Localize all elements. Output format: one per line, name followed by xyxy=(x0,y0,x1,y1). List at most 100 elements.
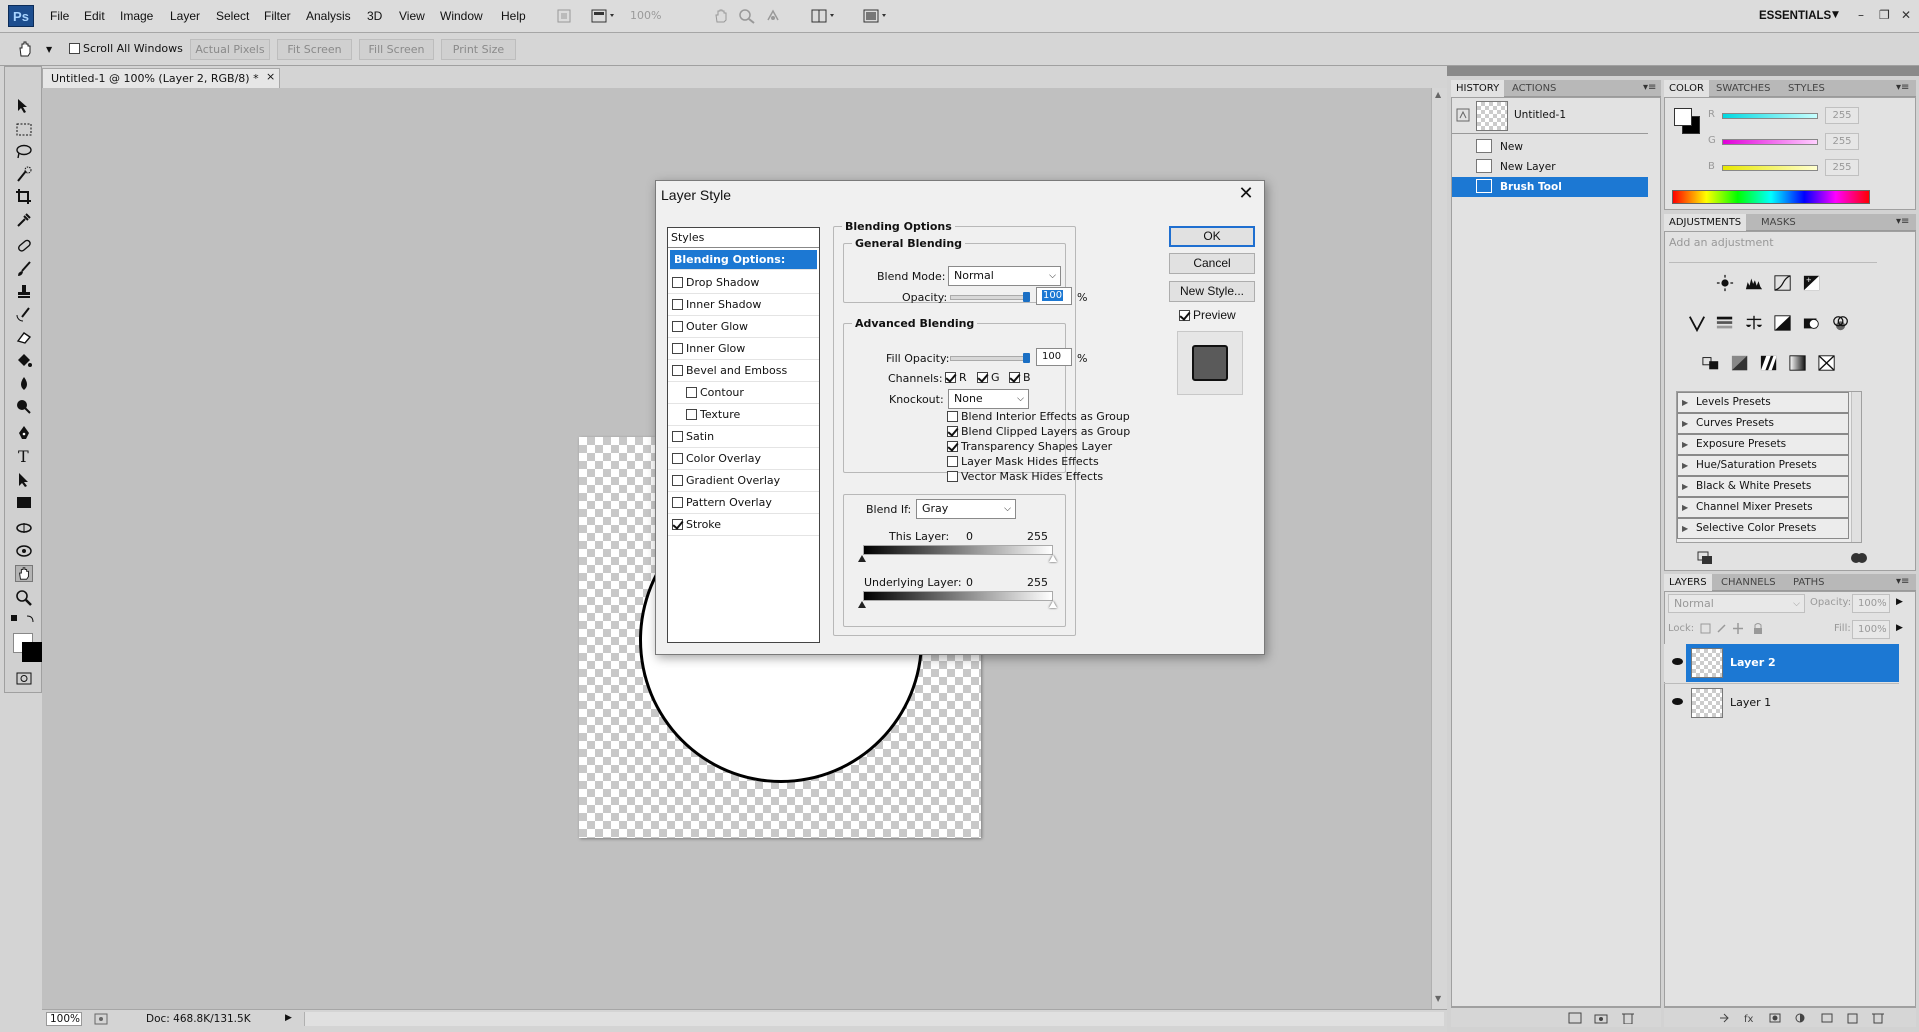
screen-mode-icon[interactable] xyxy=(862,8,890,24)
photo-filter-icon[interactable] xyxy=(1801,313,1823,333)
hand-tool-preset-icon[interactable] xyxy=(16,40,38,58)
dodge-tool-icon[interactable] xyxy=(15,398,33,415)
style-stroke[interactable]: Stroke xyxy=(668,514,819,536)
underlying-black-slider[interactable] xyxy=(858,601,866,608)
rotate-view-icon[interactable] xyxy=(764,8,782,24)
exposure-icon[interactable]: + xyxy=(1801,273,1823,293)
style-texture[interactable]: Texture xyxy=(668,404,819,426)
checkbox[interactable] xyxy=(947,411,958,422)
tab-actions[interactable]: ACTIONS xyxy=(1507,80,1561,97)
tab-styles[interactable]: STYLES xyxy=(1783,80,1830,97)
menu-analysis[interactable]: Analysis xyxy=(306,9,351,23)
channel-b-checkbox[interactable]: B xyxy=(1009,371,1031,384)
style-outer-glow[interactable]: Outer Glow xyxy=(668,316,819,338)
preset-black-white[interactable]: Black & White Presets xyxy=(1677,476,1849,497)
fit-screen-button[interactable]: Fit Screen xyxy=(277,39,352,60)
color-foreground-swatch[interactable] xyxy=(1674,108,1692,126)
close-app-button[interactable]: ✕ xyxy=(1901,8,1911,22)
menu-help[interactable]: Help xyxy=(501,9,526,23)
preset-curves[interactable]: Curves Presets xyxy=(1677,413,1849,434)
checkbox[interactable] xyxy=(672,321,683,332)
tab-color[interactable]: COLOR xyxy=(1664,80,1709,97)
preset-levels[interactable]: Levels Presets xyxy=(1677,392,1849,413)
menu-filter[interactable]: Filter xyxy=(264,9,291,23)
history-item-new-layer[interactable]: New Layer xyxy=(1452,157,1648,177)
hand-tool-active-icon[interactable] xyxy=(15,565,33,582)
opacity-slider[interactable] xyxy=(950,292,1030,302)
blend-mode-select[interactable]: Normal ⌵ xyxy=(948,266,1061,286)
clip-to-layer-icon[interactable] xyxy=(1850,551,1868,565)
black-white-icon[interactable] xyxy=(1772,313,1794,333)
gradient-map-icon[interactable] xyxy=(1787,353,1809,373)
delete-state-icon[interactable] xyxy=(1621,1012,1635,1024)
shape-tool-icon[interactable] xyxy=(15,494,33,511)
type-tool-icon[interactable]: T xyxy=(15,447,33,464)
checkbox-checked[interactable] xyxy=(1179,310,1190,321)
layer-blend-mode-select[interactable]: Normal ⌵ xyxy=(1668,594,1805,613)
styles-list-header[interactable]: Styles xyxy=(668,228,819,248)
tab-channels[interactable]: CHANNELS xyxy=(1716,574,1781,591)
return-to-adjustments-icon[interactable] xyxy=(1697,551,1713,565)
green-value-field[interactable]: 255 xyxy=(1825,133,1859,150)
status-info-icon[interactable] xyxy=(94,1013,108,1025)
restore-button[interactable]: ❐ xyxy=(1879,8,1890,22)
lock-options-icons[interactable] xyxy=(1700,622,1780,635)
tab-layers[interactable]: LAYERS xyxy=(1664,574,1712,591)
preset-hue-saturation[interactable]: Hue/Saturation Presets xyxy=(1677,455,1849,476)
brush-tool-icon[interactable] xyxy=(15,260,33,277)
levels-icon[interactable] xyxy=(1743,273,1765,293)
layer-actions-icons[interactable]: fx xyxy=(1718,1012,1894,1024)
new-document-from-state-icon[interactable] xyxy=(1568,1012,1582,1024)
style-drop-shadow[interactable]: Drop Shadow xyxy=(668,272,819,294)
menu-3d[interactable]: 3D xyxy=(367,9,382,23)
menu-window[interactable]: Window xyxy=(440,9,483,23)
checkbox-checked[interactable] xyxy=(1009,372,1020,383)
style-color-overlay[interactable]: Color Overlay xyxy=(668,448,819,470)
red-slider-track[interactable] xyxy=(1722,113,1818,119)
fill-arrow-icon[interactable]: ▶ xyxy=(1896,623,1903,633)
invert-icon[interactable] xyxy=(1700,353,1722,373)
move-tool-icon[interactable] xyxy=(15,97,33,114)
opacity-arrow-icon[interactable]: ▶ xyxy=(1896,597,1903,607)
tab-adjustments[interactable]: ADJUSTMENTS xyxy=(1664,214,1747,231)
checkbox[interactable] xyxy=(672,475,683,486)
scroll-all-windows-checkbox[interactable]: Scroll All Windows xyxy=(69,42,183,55)
menu-file[interactable]: File xyxy=(50,9,69,23)
layer-fill-field[interactable]: 100% xyxy=(1852,620,1890,639)
3d-rotate-tool-icon[interactable] xyxy=(15,519,33,536)
checkbox[interactable] xyxy=(947,471,958,482)
knockout-select[interactable]: None ⌵ xyxy=(948,389,1029,409)
checkbox-checked[interactable] xyxy=(977,372,988,383)
blue-value-field[interactable]: 255 xyxy=(1825,159,1859,176)
channel-r-checkbox[interactable]: R xyxy=(945,371,967,384)
paint-bucket-tool-icon[interactable] xyxy=(15,352,33,369)
color-balance-icon[interactable] xyxy=(1743,313,1765,333)
layer-opacity-field[interactable]: 100% xyxy=(1852,594,1890,613)
menu-layer[interactable]: Layer xyxy=(170,9,200,23)
dialog-close-button[interactable]: ✕ xyxy=(1236,183,1256,204)
opacity-slider-thumb[interactable] xyxy=(1023,292,1030,302)
minimize-button[interactable]: – xyxy=(1858,8,1864,22)
style-blending-options[interactable]: Blending Options: Default xyxy=(670,250,817,286)
quick-selection-tool-icon[interactable] xyxy=(15,166,33,183)
posterize-icon[interactable] xyxy=(1729,353,1751,373)
cancel-button[interactable]: Cancel xyxy=(1169,253,1255,274)
channel-g-checkbox[interactable]: G xyxy=(977,371,1000,384)
menu-view[interactable]: View xyxy=(399,9,425,23)
checkbox[interactable] xyxy=(672,431,683,442)
checkbox[interactable] xyxy=(947,456,958,467)
green-slider-track[interactable] xyxy=(1722,139,1818,145)
print-size-button[interactable]: Print Size xyxy=(441,39,516,60)
swap-colors-icon[interactable] xyxy=(9,613,39,625)
preset-selective-color[interactable]: Selective Color Presets xyxy=(1677,518,1849,539)
layer-mask-hides-checkbox[interactable]: Layer Mask Hides Effects xyxy=(947,455,1099,468)
style-bevel-emboss[interactable]: Bevel and Emboss xyxy=(668,360,819,382)
blend-interior-effects-checkbox[interactable]: Blend Interior Effects as Group xyxy=(947,410,1130,423)
zoom-level-field[interactable]: 100% xyxy=(46,1012,82,1026)
red-value-field[interactable]: 255 xyxy=(1825,107,1859,124)
path-selection-tool-icon[interactable] xyxy=(15,471,33,488)
tab-masks[interactable]: MASKS xyxy=(1756,214,1801,231)
tab-swatches[interactable]: SWATCHES xyxy=(1711,80,1775,97)
arrange-documents-icon[interactable] xyxy=(810,8,838,24)
history-item-new[interactable]: New xyxy=(1452,137,1648,157)
